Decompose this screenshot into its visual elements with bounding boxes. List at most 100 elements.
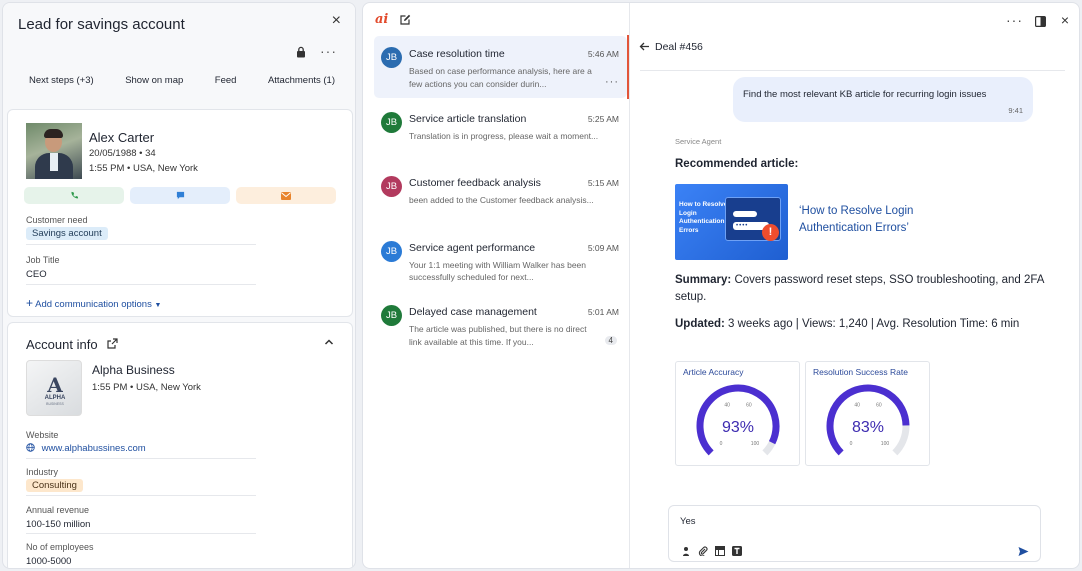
username-field-illustration bbox=[733, 211, 757, 217]
conversation-time: 5:15 AM bbox=[587, 178, 619, 188]
new-chat-icon[interactable] bbox=[400, 14, 411, 25]
user-message-text: Find the most relevant KB article for re… bbox=[743, 89, 987, 100]
annual-revenue-label: Annual revenue bbox=[26, 505, 90, 515]
email-button[interactable] bbox=[236, 187, 336, 204]
website-link[interactable]: www.alphabussines.com bbox=[42, 443, 146, 454]
assistant-toolbar: ai bbox=[363, 3, 629, 35]
gauge-chart: 0 40 60 100 93% bbox=[696, 384, 780, 456]
external-link-icon[interactable] bbox=[107, 338, 118, 349]
lead-title: Lead for savings account bbox=[18, 16, 185, 33]
table-icon[interactable] bbox=[715, 546, 725, 556]
person-icon[interactable] bbox=[681, 546, 691, 556]
article-updated: Updated: 3 weeks ago | Views: 1,240 | Av… bbox=[675, 318, 1020, 330]
tab-show-on-map[interactable]: Show on map bbox=[125, 75, 183, 86]
add-communication-options-button[interactable]: + Add communication options ▼ bbox=[26, 296, 161, 310]
send-icon[interactable] bbox=[1018, 546, 1029, 557]
close-icon[interactable]: × bbox=[1061, 12, 1069, 28]
attachment-icon[interactable] bbox=[698, 546, 708, 556]
gauge-tick-label: 100 bbox=[881, 441, 890, 447]
account-info-title: Account info bbox=[26, 337, 98, 352]
conversation-title: Customer feedback analysis bbox=[409, 177, 541, 189]
website-row: www.alphabussines.com bbox=[26, 443, 146, 454]
conversation-title: Delayed case management bbox=[409, 306, 537, 318]
dock-panel-icon[interactable] bbox=[1035, 16, 1046, 27]
chat-title: Deal #456 bbox=[655, 41, 703, 53]
agent-label: Service Agent bbox=[675, 137, 722, 146]
lock-icon[interactable] bbox=[295, 46, 307, 58]
gauge-tick-label: 0 bbox=[850, 441, 853, 447]
account-info-card: Account info A ALPHA BUSINESS Alpha Busi… bbox=[7, 322, 353, 568]
account-local-time: 1:55 PM • USA, New York bbox=[92, 382, 201, 393]
employees-label: No of employees bbox=[26, 542, 94, 552]
avatar: JB bbox=[381, 305, 402, 326]
conversation-time: 5:25 AM bbox=[587, 113, 619, 124]
conversation-item[interactable]: JB Service article translation 5:25 AM Tran… bbox=[374, 101, 627, 163]
conversation-preview: been added to the Customer feedback anal… bbox=[409, 195, 594, 205]
divider bbox=[26, 495, 256, 496]
message-button[interactable] bbox=[130, 187, 230, 204]
gauge-tick-label: 60 bbox=[746, 403, 752, 409]
lead-tabs: Next steps (+3) Show on map Feed Attachm… bbox=[11, 75, 349, 86]
avatar: JB bbox=[381, 47, 402, 68]
conversation-item[interactable]: JB Case resolution time 5:46 AM Based on ca… bbox=[374, 36, 627, 98]
avatar: JB bbox=[381, 111, 402, 133]
gauge-value-label: 93% bbox=[722, 419, 754, 436]
job-title-label: Job Title bbox=[26, 255, 60, 265]
add-communication-label: Add communication options bbox=[35, 299, 152, 310]
chevron-up-icon[interactable] bbox=[324, 337, 334, 347]
conversation-item[interactable]: JB Customer feedback analysis 5:15 AM been … bbox=[374, 165, 627, 227]
more-options-icon[interactable]: ··· bbox=[605, 76, 619, 88]
conversation-time: 5:09 AM bbox=[587, 242, 619, 253]
ai-logo: ai bbox=[375, 12, 389, 27]
industry-chip: Consulting bbox=[26, 479, 83, 492]
message-composer[interactable]: Yes bbox=[668, 505, 1041, 562]
conversation-preview: The article was published, but there is … bbox=[409, 324, 587, 347]
contact-name: Alex Carter bbox=[89, 130, 155, 145]
industry-label: Industry bbox=[26, 467, 59, 477]
conversation-time: 5:46 AM bbox=[587, 49, 619, 59]
gauge-tick-label: 40 bbox=[854, 403, 860, 409]
company-logo: A ALPHA BUSINESS bbox=[26, 360, 82, 416]
tab-attachments[interactable]: Attachments (1) bbox=[268, 75, 335, 86]
more-options-icon[interactable]: ··· bbox=[1006, 12, 1023, 28]
conversation-preview: Based on case performance analysis, here… bbox=[409, 66, 592, 89]
article-thumbnail[interactable]: How to Resolve Login Authentication Erro… bbox=[675, 184, 788, 260]
annual-revenue-value: 100-150 million bbox=[26, 519, 91, 530]
phone-icon bbox=[70, 191, 78, 199]
chat-pane: ··· × Deal #456 Find the most relevant K… bbox=[630, 3, 1079, 568]
user-message-time: 9:41 bbox=[1008, 106, 1023, 115]
contact-local-time: 1:55 PM • USA, New York bbox=[89, 163, 198, 174]
account-name: Alpha Business bbox=[92, 363, 175, 377]
divider bbox=[26, 284, 256, 285]
recommended-heading: Recommended article: bbox=[675, 158, 799, 170]
gauge-tick-label: 40 bbox=[724, 403, 730, 409]
lead-panel: Lead for savings account × ··· Next step… bbox=[2, 2, 356, 569]
customer-need-chip: Savings account bbox=[26, 227, 108, 240]
back-arrow-icon[interactable] bbox=[639, 41, 650, 52]
contact-dob: 20/05/1988 • 34 bbox=[89, 148, 156, 159]
caret-down-icon: ▼ bbox=[154, 302, 162, 309]
divider bbox=[26, 244, 256, 245]
article-link[interactable]: ‘How to Resolve Login Authentication Err… bbox=[799, 203, 959, 237]
conversation-item[interactable]: JB Service agent performance 5:09 AM Your 1… bbox=[374, 230, 627, 292]
divider bbox=[26, 458, 256, 459]
tab-next-steps[interactable]: Next steps (+3) bbox=[29, 75, 94, 86]
job-title-value: CEO bbox=[26, 269, 47, 280]
gauge-tick-label: 60 bbox=[876, 403, 882, 409]
call-button[interactable] bbox=[24, 187, 124, 204]
composer-input[interactable]: Yes bbox=[680, 516, 696, 527]
conversation-item[interactable]: JB Delayed case management 5:01 AM The arti… bbox=[374, 294, 627, 356]
avatar: JB bbox=[381, 240, 402, 262]
lead-header: Lead for savings account × ··· Next step… bbox=[3, 3, 355, 103]
gauge-title: Resolution Success Rate bbox=[813, 367, 908, 377]
more-options-icon[interactable]: ··· bbox=[320, 43, 337, 59]
resolution-success-gauge: Resolution Success Rate 0 40 60 100 83% bbox=[805, 361, 930, 466]
conversation-preview: Translation is in progress, please wait … bbox=[409, 130, 599, 141]
text-format-icon[interactable] bbox=[732, 546, 742, 556]
employees-value: 1000-5000 bbox=[26, 556, 72, 567]
divider bbox=[640, 70, 1065, 71]
tab-feed[interactable]: Feed bbox=[215, 75, 237, 86]
mail-icon bbox=[281, 191, 291, 200]
close-icon[interactable]: × bbox=[332, 12, 341, 30]
conversation-title: Service article translation bbox=[409, 112, 527, 125]
